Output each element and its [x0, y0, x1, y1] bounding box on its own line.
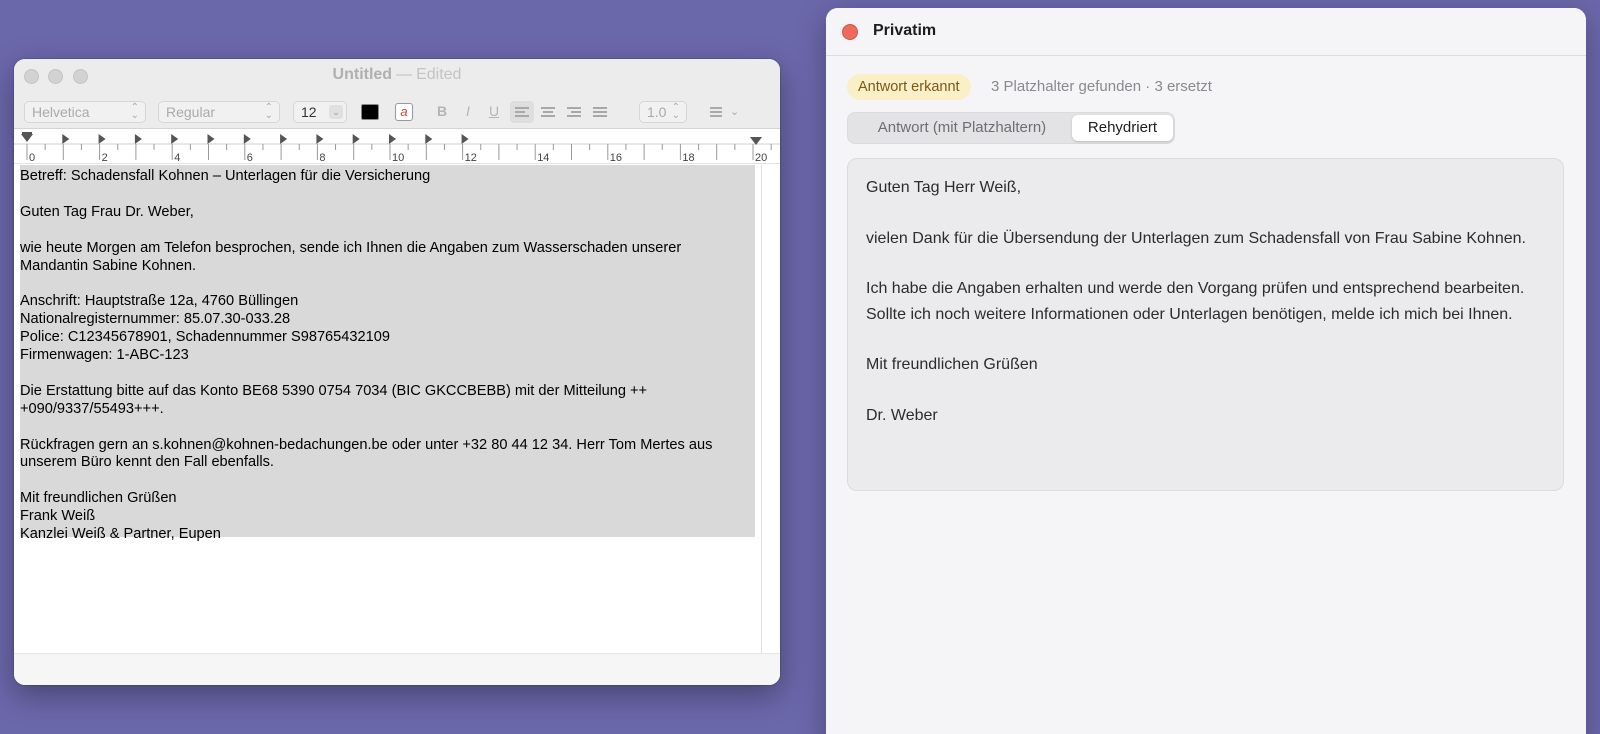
- edited-status: Edited: [416, 66, 462, 83]
- ruler-label: 18: [682, 152, 694, 164]
- align-right-button[interactable]: [562, 101, 586, 123]
- document-paragraph: Mit freundlichen Grüßen Frank Weiß Kanzl…: [20, 490, 221, 543]
- updown-chevron-icon: ⌃ ⌄: [130, 102, 139, 121]
- reply-paragraph: Dr. Weber: [866, 406, 938, 424]
- window-title: Untitled — Edited: [332, 66, 462, 83]
- italic-button[interactable]: I: [459, 103, 477, 119]
- close-window-button[interactable]: [842, 24, 858, 40]
- document-paragraph: wie heute Morgen am Telefon besprochen, …: [20, 239, 682, 274]
- reply-paragraph: Mit freundlichen Grüßen: [866, 356, 1038, 373]
- privatim-window: Privatim Antwort erkannt 3 Platzhalter g…: [826, 8, 1586, 734]
- document-paragraph: Rückfragen gern an s.kohnen@kohnen-bedac…: [20, 436, 713, 471]
- font-style-popup[interactable]: Regular ⌃ ⌄: [158, 101, 280, 123]
- document-paragraph: Die Erstattung bitte auf das Konto BE68 …: [20, 382, 648, 417]
- tab-stop-marker[interactable]: [280, 134, 288, 144]
- updown-chevron-icon: ⌃ ⌄: [671, 102, 680, 121]
- bold-button[interactable]: B: [433, 103, 451, 119]
- document-area[interactable]: Betreff: Schadensfall Kohnen – Unterlage…: [14, 165, 780, 685]
- underline-button[interactable]: U: [485, 103, 503, 119]
- status-badge: Antwort erkannt: [847, 74, 971, 100]
- view-segmented-control: Antwort (mit Platzhaltern) Rehydriert: [847, 112, 1175, 144]
- chevron-down-icon[interactable]: ⌄: [329, 105, 343, 119]
- document-text[interactable]: Betreff: Schadensfall Kohnen – Unterlage…: [20, 168, 750, 562]
- ruler-label: 14: [537, 152, 549, 164]
- segment-rehydrated-view[interactable]: Rehydriert: [1072, 115, 1173, 141]
- ruler[interactable]: 0 2 4 6 8 10 12 14 16 18 20: [14, 130, 780, 164]
- updown-chevron-icon: ⌃ ⌄: [264, 102, 273, 121]
- tab-stop-marker[interactable]: [134, 134, 142, 144]
- ruler-label: 2: [102, 152, 108, 164]
- placeholder-status: 3 Platzhalter gefunden · 3 ersetzt: [991, 78, 1212, 95]
- document-paragraph: Anschrift: Hauptstraße 12a, 4760 Bülling…: [20, 293, 390, 364]
- reply-paragraph: Guten Tag Herr Weiß,: [866, 179, 1022, 196]
- tab-stop-marker[interactable]: [352, 134, 360, 144]
- reply-text: Guten Tag Herr Weiß, vielen Dank für die …: [866, 175, 1546, 453]
- left-indent-marker[interactable]: [21, 134, 33, 142]
- tab-stop-marker[interactable]: [425, 134, 433, 144]
- document-name: Untitled: [332, 66, 393, 83]
- ruler-label: 20: [755, 152, 767, 164]
- justify-button[interactable]: [588, 101, 612, 123]
- textedit-titlebar: Untitled — Edited Helvetica ⌃ ⌄ Regular ⌃ ⌄ …: [14, 59, 780, 129]
- textedit-window: Untitled — Edited Helvetica ⌃ ⌄ Regular ⌃ ⌄ …: [14, 59, 780, 685]
- ruler-label: 6: [247, 152, 253, 164]
- tab-stop-marker[interactable]: [316, 134, 324, 144]
- segment-placeholder-view[interactable]: Antwort (mit Platzhaltern): [852, 115, 1072, 141]
- ruler-label: 10: [392, 152, 404, 164]
- ruler-label: 4: [174, 152, 180, 164]
- tab-stop-marker[interactable]: [389, 134, 396, 144]
- highlight-color-button[interactable]: a: [395, 103, 413, 121]
- reply-paragraph: vielen Dank für die Übersendung der Unte…: [866, 229, 1526, 247]
- tab-stop-marker[interactable]: [62, 134, 70, 144]
- ruler-label: 12: [465, 152, 477, 164]
- list-style-popup[interactable]: ⌄: [706, 105, 740, 119]
- document-paragraph: Guten Tag Frau Dr. Weber,: [20, 203, 194, 220]
- tab-stop-marker[interactable]: [207, 134, 215, 144]
- tab-stop-marker[interactable]: [461, 134, 469, 144]
- text-color-well[interactable]: [361, 104, 379, 120]
- font-size-combo[interactable]: 12 ⌄: [293, 101, 347, 123]
- ruler-label: 16: [610, 152, 622, 164]
- reply-text-card: Guten Tag Herr Weiß, vielen Dank für die …: [847, 158, 1564, 491]
- font-family-popup[interactable]: Helvetica ⌃ ⌄: [24, 101, 146, 123]
- chevron-down-icon: ⌄: [730, 106, 740, 118]
- tab-stop-marker[interactable]: [98, 134, 106, 144]
- ruler-label: 0: [29, 152, 35, 164]
- ruler-scale: 0 2 4 6 8 10 12 14 16 18 20: [14, 132, 780, 164]
- privatim-titlebar: Privatim: [826, 8, 1586, 56]
- document-paragraph: Betreff: Schadensfall Kohnen – Unterlage…: [20, 168, 431, 184]
- reply-paragraph: Ich habe die Angaben erhalten und werde …: [866, 280, 1525, 323]
- tab-stop-marker[interactable]: [243, 134, 251, 144]
- app-title: Privatim: [873, 22, 937, 39]
- window-footer: [14, 654, 780, 685]
- align-left-button[interactable]: [510, 101, 534, 123]
- ruler-label: 8: [319, 152, 325, 164]
- align-center-button[interactable]: [536, 101, 560, 123]
- line-spacing-popup[interactable]: 1.0 ⌃ ⌄: [639, 101, 687, 123]
- tab-stop-marker[interactable]: [171, 134, 179, 144]
